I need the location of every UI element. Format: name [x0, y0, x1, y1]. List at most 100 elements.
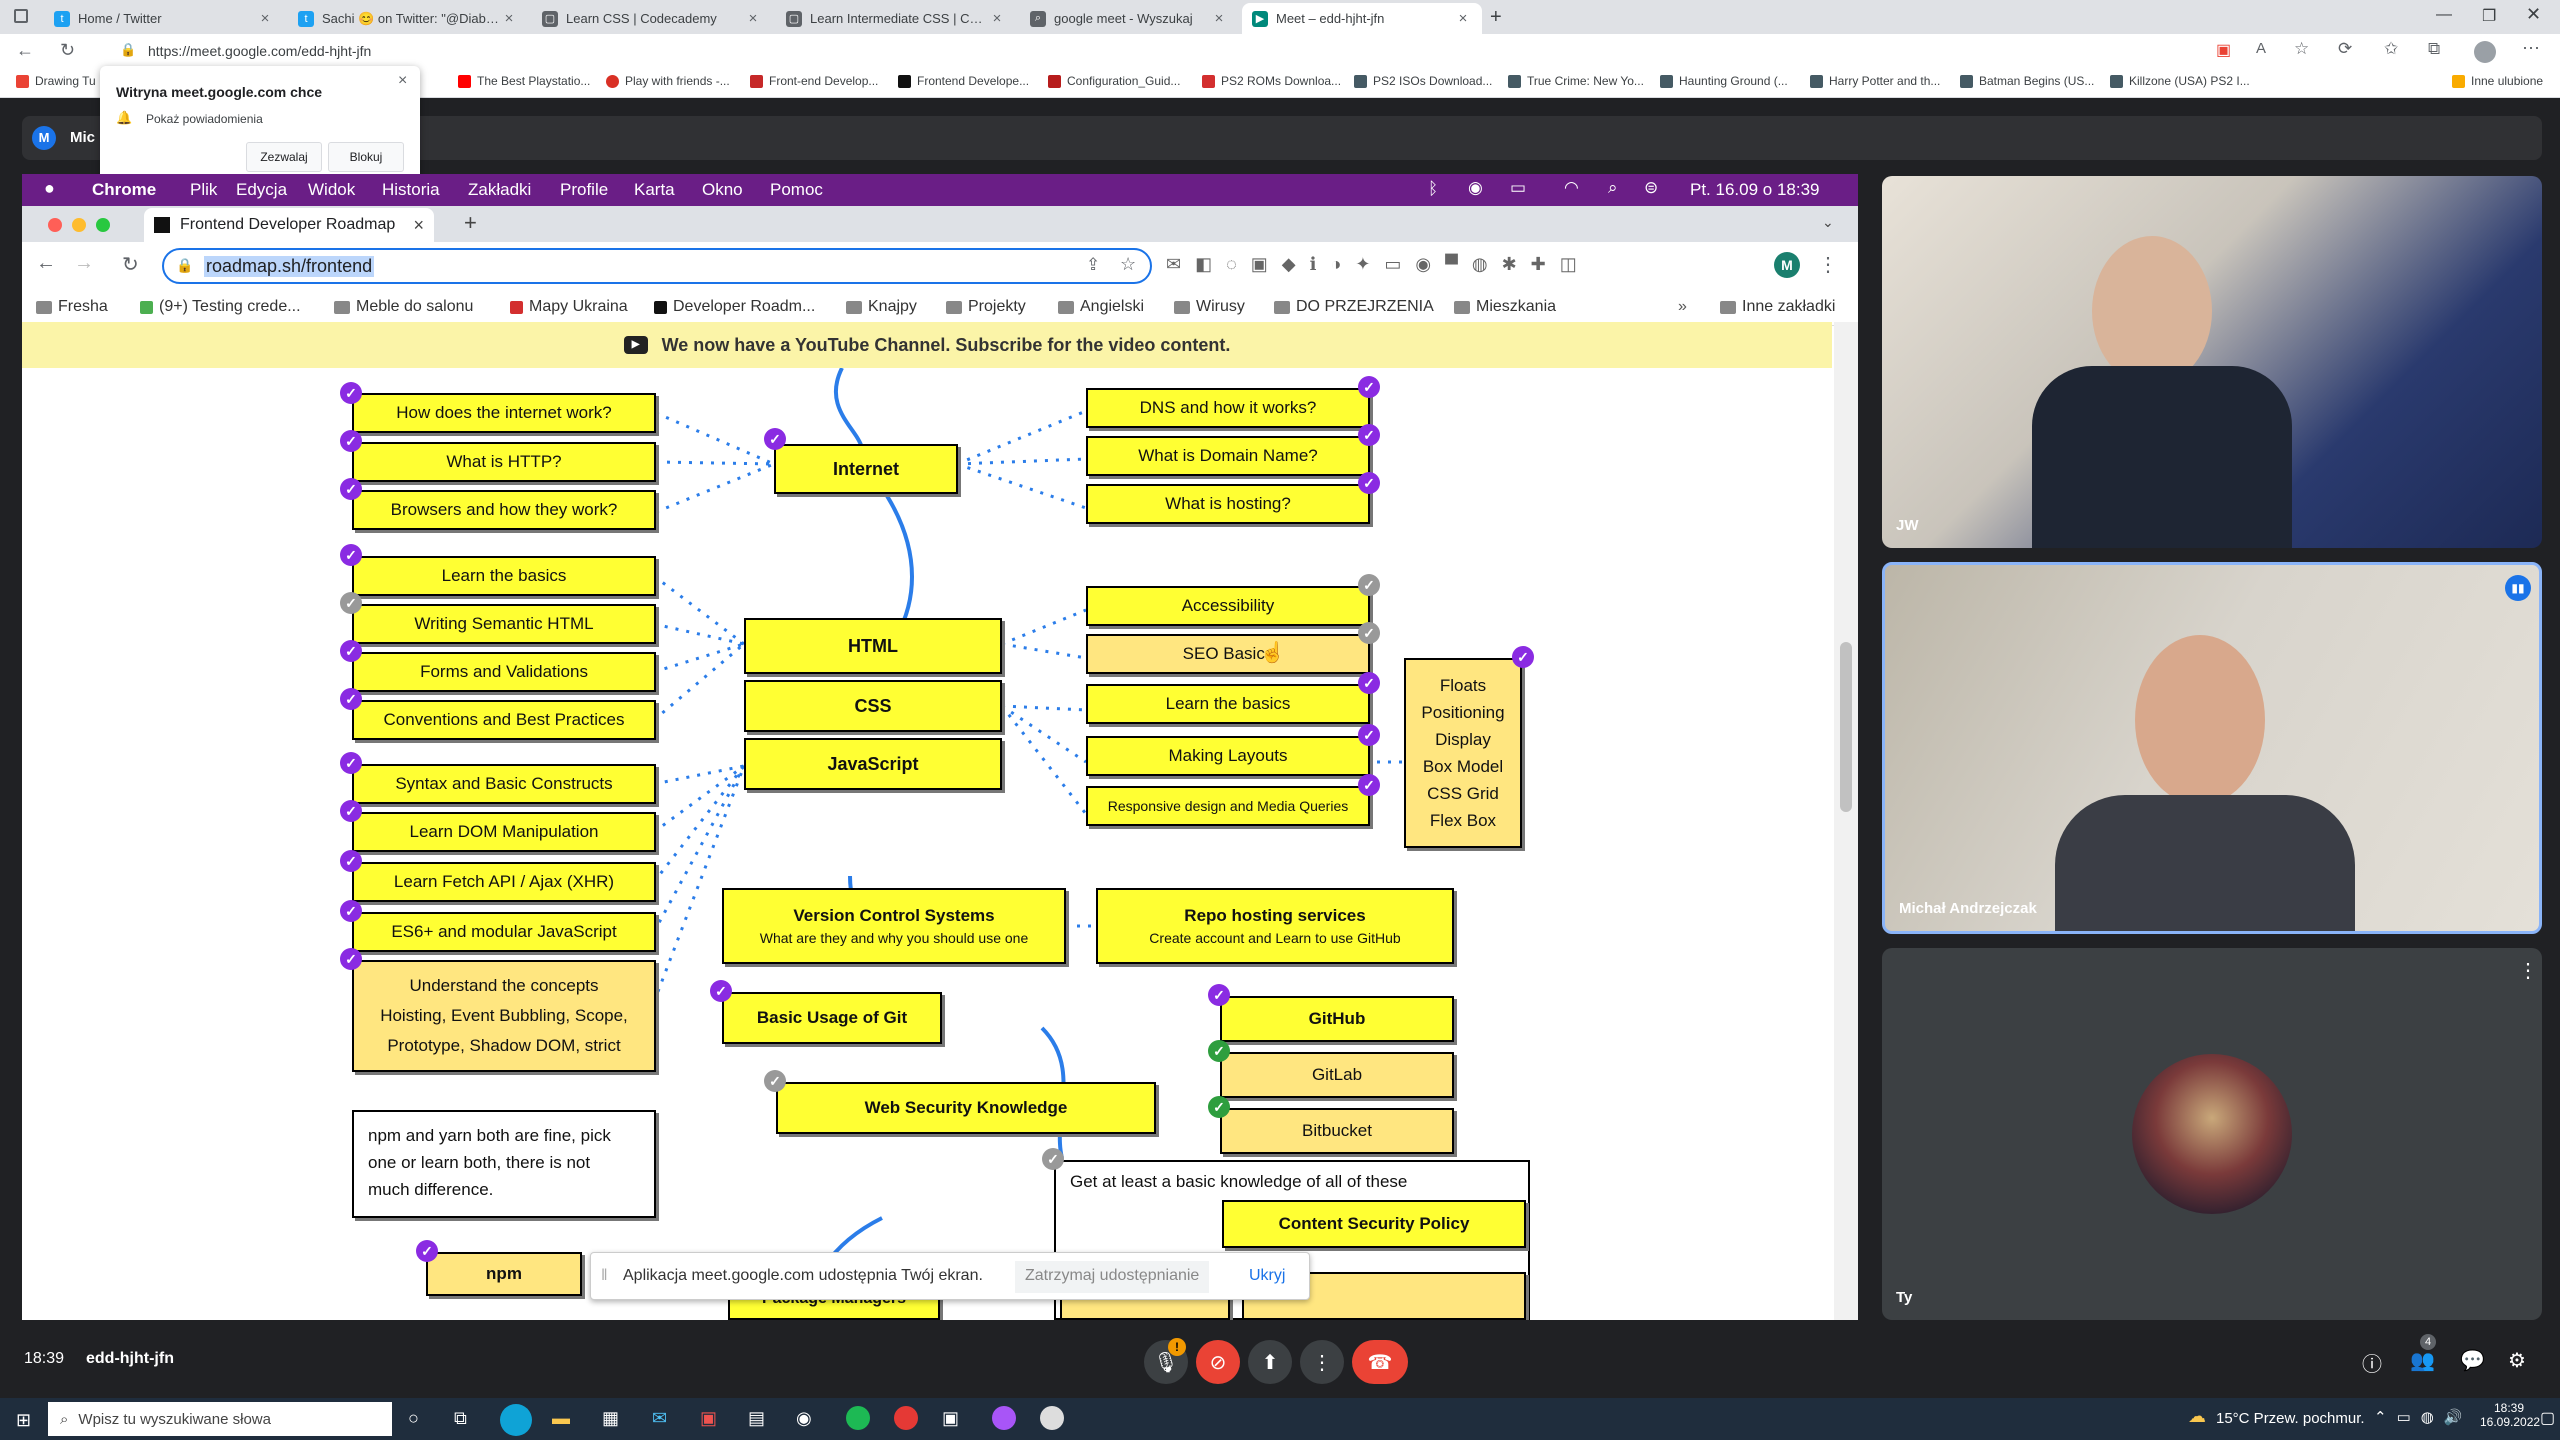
- outer-address-bar[interactable]: https://meet.google.com/edd-hjht-jfn: [148, 43, 371, 59]
- done-green-check-icon[interactable]: ✓: [1208, 1040, 1230, 1062]
- done-check-icon[interactable]: ✓: [340, 800, 362, 822]
- close-icon[interactable]: ×: [413, 215, 424, 236]
- roadmap-node[interactable]: Learn the basics: [352, 556, 656, 596]
- weather-text[interactable]: 15°C Przew. pochmur.: [2216, 1410, 2365, 1427]
- done-check-icon[interactable]: ✓: [416, 1240, 438, 1262]
- reload-icon[interactable]: ↻: [60, 40, 75, 61]
- block-button[interactable]: Blokuj: [328, 142, 404, 172]
- wifi-icon[interactable]: ◠: [1564, 178, 1579, 198]
- inner-address-bar[interactable]: 🔒 roadmap.sh/frontend ⇪ ☆: [162, 248, 1152, 284]
- tab-search-icon[interactable]: ⌄: [1822, 214, 1834, 231]
- stop-sharing-button[interactable]: Zatrzymaj udostępnianie: [1015, 1261, 1210, 1293]
- bookmark[interactable]: Wirusy: [1174, 298, 1245, 316]
- outer-tab[interactable]: ⌕ google meet - Wyszukaj ×: [1020, 3, 1238, 34]
- new-tab-icon[interactable]: +: [464, 210, 477, 236]
- done-check-icon[interactable]: ✓: [1512, 646, 1534, 668]
- more-options-icon[interactable]: ⋮: [2518, 958, 2538, 983]
- bookmark[interactable]: Front-end Develop...: [750, 74, 878, 88]
- taskbar-search-input[interactable]: ⌕ Wpisz tu wyszukiwane słowa: [48, 1402, 392, 1436]
- roadmap-node[interactable]: What is HTTP?: [352, 442, 656, 482]
- close-icon[interactable]: ×: [398, 72, 407, 90]
- done-check-icon[interactable]: ✓: [340, 900, 362, 922]
- roadmap-node[interactable]: DNS and how it works?: [1086, 388, 1370, 428]
- read-aloud-icon[interactable]: A: [2256, 40, 2266, 57]
- participant-tile-speaking[interactable]: ▮▮ Michał Andrzejczak: [1882, 562, 2542, 934]
- close-icon[interactable]: ×: [1454, 10, 1472, 27]
- bookmark[interactable]: PS2 ROMs Downloa...: [1202, 74, 1341, 88]
- people-icon[interactable]: 👥: [2410, 1348, 2435, 1373]
- self-tile[interactable]: ⋮ Ty: [1882, 948, 2542, 1320]
- outer-tab-active[interactable]: ▶ Meet – edd-hjht-jfn ×: [1242, 3, 1482, 34]
- layout-topics-list[interactable]: Floats Positioning Display Box Model CSS…: [1404, 658, 1522, 848]
- mac-menu-item[interactable]: Pomoc: [770, 180, 823, 200]
- done-check-icon[interactable]: ✓: [1358, 774, 1380, 796]
- mac-close-icon[interactable]: [48, 218, 62, 232]
- scrollbar-thumb[interactable]: [1840, 642, 1852, 812]
- bookmark[interactable]: Angielski: [1058, 298, 1144, 316]
- window-close-icon[interactable]: ✕: [2526, 4, 2541, 25]
- done-check-icon[interactable]: ✓: [710, 980, 732, 1002]
- windows-start-icon[interactable]: ⊞: [16, 1410, 31, 1431]
- chat-icon[interactable]: 💬: [2460, 1348, 2485, 1373]
- mac-menu-item[interactable]: Karta: [634, 180, 675, 200]
- bookmark[interactable]: Batman Begins (US...: [1960, 74, 2094, 88]
- tray-icons[interactable]: ⌃▭◍🔊: [2374, 1408, 2473, 1426]
- bookmark[interactable]: PS2 ISOs Download...: [1354, 74, 1492, 88]
- done-check-icon[interactable]: ✓: [340, 850, 362, 872]
- info-icon[interactable]: ⓘ: [2362, 1348, 2382, 1377]
- mac-menu-item[interactable]: Zakładki: [468, 180, 531, 200]
- bookmark[interactable]: Projekty: [946, 298, 1026, 316]
- roadmap-node-concepts[interactable]: Understand the concepts Hoisting, Event …: [352, 960, 656, 1072]
- roadmap-node[interactable]: Browsers and how they work?: [352, 490, 656, 530]
- bookmark[interactable]: Knajpy: [846, 298, 917, 316]
- outer-tab[interactable]: t Home / Twitter ×: [44, 3, 284, 34]
- mac-menu-item[interactable]: Historia: [382, 180, 440, 200]
- done-check-icon[interactable]: ✓: [340, 688, 362, 710]
- new-tab-icon[interactable]: +: [1490, 6, 1502, 29]
- inner-scrollbar[interactable]: [1834, 322, 1858, 1320]
- done-check-icon[interactable]: ✓: [340, 752, 362, 774]
- roadmap-node-html[interactable]: HTML: [744, 618, 1002, 674]
- bluetooth-icon[interactable]: ᛒ: [1428, 179, 1438, 199]
- close-icon[interactable]: ×: [744, 10, 762, 27]
- roadmap-node[interactable]: GitLab: [1220, 1052, 1454, 1098]
- tab-actions-icon[interactable]: [14, 9, 28, 23]
- favorites-icon[interactable]: ✩: [2384, 39, 2398, 59]
- leave-call-button[interactable]: ☎: [1352, 1340, 1408, 1384]
- roadmap-node-repo-hosting[interactable]: Repo hosting services Create account and…: [1096, 888, 1454, 964]
- roadmap-node[interactable]: Forms and Validations: [352, 652, 656, 692]
- done-check-icon[interactable]: ✓: [340, 544, 362, 566]
- more-options-button[interactable]: ⋮: [1300, 1340, 1344, 1384]
- app-icon[interactable]: [894, 1406, 918, 1430]
- bookmark[interactable]: Configuration_Guid...: [1048, 74, 1180, 88]
- camera-button[interactable]: ⊘: [1196, 1340, 1240, 1384]
- mac-minimize-icon[interactable]: [72, 218, 86, 232]
- store-icon[interactable]: ▦: [602, 1408, 619, 1429]
- done-check-icon[interactable]: ✓: [340, 430, 362, 452]
- roadmap-node[interactable]: Learn Fetch API / Ajax (XHR): [352, 862, 656, 902]
- roadmap-node[interactable]: Learn the basics: [1086, 684, 1370, 724]
- allow-button[interactable]: Zezwalaj: [246, 142, 322, 172]
- roadmap-node[interactable]: Conventions and Best Practices: [352, 700, 656, 740]
- roadmap-node[interactable]: ES6+ and modular JavaScript: [352, 912, 656, 952]
- spotlight-icon[interactable]: ⌕: [1608, 178, 1618, 198]
- reload-icon[interactable]: ↻: [122, 252, 139, 277]
- bookmark[interactable]: Meble do salonu: [334, 298, 473, 316]
- refresh-extension-icon[interactable]: ⟳: [2338, 39, 2352, 59]
- mac-menu-item[interactable]: Widok: [308, 180, 355, 200]
- participant-tile[interactable]: JW: [1882, 176, 2542, 548]
- done-check-icon[interactable]: ✓: [764, 428, 786, 450]
- bookmark[interactable]: (9+) Testing crede...: [140, 298, 301, 316]
- bookmark[interactable]: Play with friends -...: [606, 74, 730, 88]
- minimize-icon[interactable]: —: [2436, 6, 2452, 24]
- done-check-icon[interactable]: ✓: [1358, 672, 1380, 694]
- roadmap-node-internet[interactable]: Internet: [774, 444, 958, 494]
- control-center-icon[interactable]: ⊜: [1644, 178, 1658, 198]
- bookmark[interactable]: Haunting Ground (...: [1660, 74, 1788, 88]
- task-view-icon[interactable]: ⧉: [454, 1408, 467, 1429]
- bookmark[interactable]: Developer Roadm...: [654, 298, 815, 316]
- roadmap-node[interactable]: What is Domain Name?: [1086, 436, 1370, 476]
- drag-handle-icon[interactable]: ‖: [601, 1267, 608, 1285]
- close-icon[interactable]: ×: [1210, 10, 1228, 27]
- battery-icon[interactable]: ▭: [1510, 178, 1526, 198]
